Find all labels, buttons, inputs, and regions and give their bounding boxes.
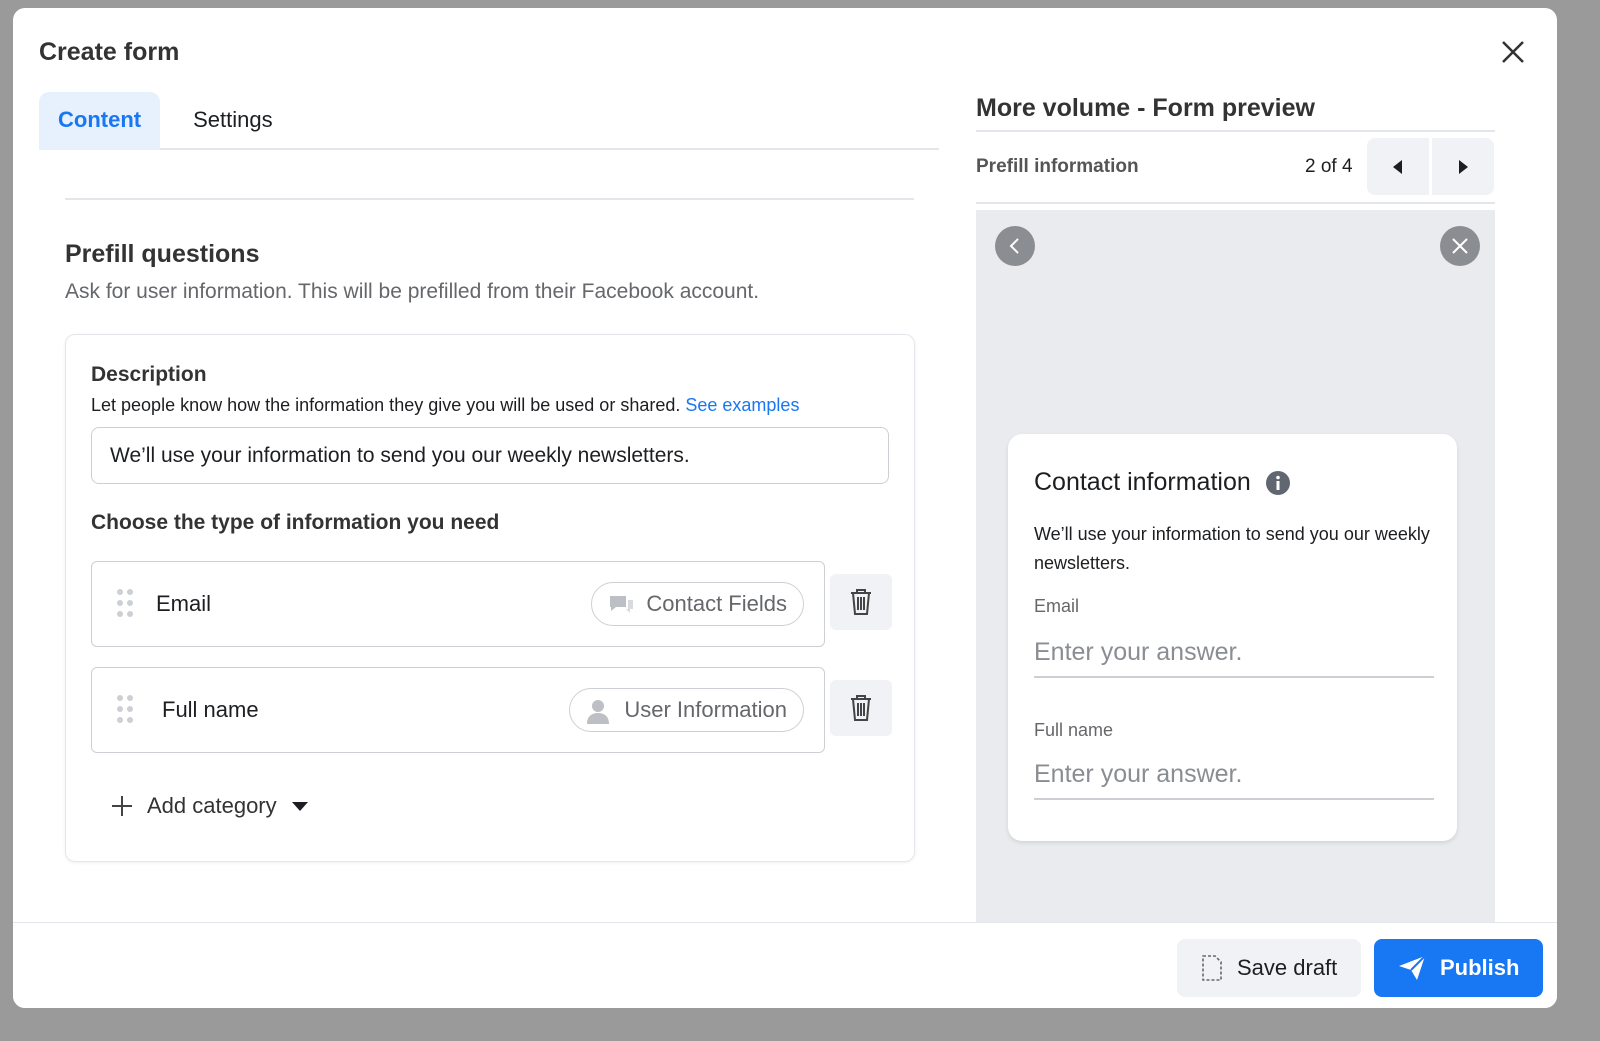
description-input[interactable]: We’ll use your information to send you o…: [91, 427, 889, 484]
publish-label: Publish: [1440, 955, 1520, 980]
info-icon[interactable]: [1265, 470, 1291, 496]
add-category-button[interactable]: Add category: [111, 793, 309, 819]
tab-settings[interactable]: Settings: [174, 92, 292, 150]
trash-icon: [851, 589, 871, 615]
description-help: Let people know how the information they…: [91, 395, 799, 416]
preview-title: More volume - Form preview: [976, 94, 1315, 122]
trash-icon: [851, 695, 871, 721]
card-title-text: Contact information: [1034, 468, 1251, 496]
modal-title: Create form: [39, 38, 180, 66]
publish-button[interactable]: Publish: [1374, 939, 1544, 997]
card-text: We’ll use your information to send you o…: [1034, 524, 1430, 573]
category-pill: User Information: [569, 688, 804, 732]
close-icon[interactable]: [1497, 36, 1529, 68]
create-form-modal: Create form Content Settings Prefill que…: [13, 8, 1557, 1008]
choose-label: Choose the type of information you need: [91, 511, 500, 534]
section-subtitle: Ask for user information. This will be p…: [65, 280, 760, 303]
send-icon: [1399, 955, 1426, 980]
full-name-field[interactable]: Enter your answer.: [1034, 752, 1434, 800]
chevron-left-icon: [1009, 238, 1019, 254]
drag-handle-icon[interactable]: [116, 694, 134, 724]
category-text: Contact Fields: [646, 591, 787, 616]
caret-right-icon: [1459, 159, 1468, 174]
email-field[interactable]: Enter your answer.: [1034, 630, 1434, 678]
question-label: Full name: [162, 697, 259, 722]
footer: Save draft Publish: [13, 922, 1557, 1008]
save-draft-label: Save draft: [1237, 955, 1338, 980]
contact-info-card: Contact information We’ll use your infor…: [1008, 434, 1457, 841]
tab-content[interactable]: Content: [39, 92, 161, 150]
person-icon: [587, 700, 610, 724]
help-text: Let people know how the information they…: [91, 395, 681, 415]
section-heading: Prefill questions: [65, 240, 260, 268]
divider: [976, 130, 1495, 132]
field-label: Full name: [1034, 720, 1114, 740]
divider: [65, 198, 914, 200]
see-examples-link[interactable]: See examples: [685, 395, 799, 415]
caret-left-icon: [1393, 159, 1402, 174]
card-title: Contact information: [1034, 468, 1291, 497]
previous-page-button[interactable]: [1367, 138, 1429, 195]
save-draft-button[interactable]: Save draft: [1177, 939, 1362, 997]
field-label: Email: [1034, 596, 1080, 616]
close-icon: [1452, 238, 1468, 254]
question-row-full-name[interactable]: Full name User Information: [91, 667, 825, 753]
delete-email-button[interactable]: [830, 574, 892, 630]
caret-down-icon: [291, 802, 308, 811]
prefill-card: Description Let people know how the info…: [65, 334, 915, 862]
next-page-button[interactable]: [1432, 138, 1494, 195]
divider: [976, 202, 1495, 204]
tab-bar: Content Settings: [39, 92, 939, 150]
description-label: Description: [91, 363, 207, 386]
category-text: User Information: [624, 697, 787, 722]
drag-handle-icon[interactable]: [116, 588, 134, 618]
preview-section: Prefill information: [976, 156, 1139, 177]
chat-bubbles-icon: [610, 596, 634, 613]
preview-back-button[interactable]: [995, 226, 1035, 266]
delete-full-name-button[interactable]: [830, 680, 892, 736]
category-pill: Contact Fields: [591, 582, 804, 626]
plus-icon: [112, 796, 132, 816]
add-category-label: Add category: [147, 793, 277, 818]
preview-close-button[interactable]: [1440, 226, 1480, 266]
document-icon: [1202, 955, 1222, 981]
question-label: Email: [156, 591, 212, 616]
form-preview: Contact information We’ll use your infor…: [976, 210, 1495, 930]
page-count: 2 of 4: [1305, 156, 1353, 177]
question-row-email[interactable]: Email Contact Fields: [91, 561, 825, 647]
